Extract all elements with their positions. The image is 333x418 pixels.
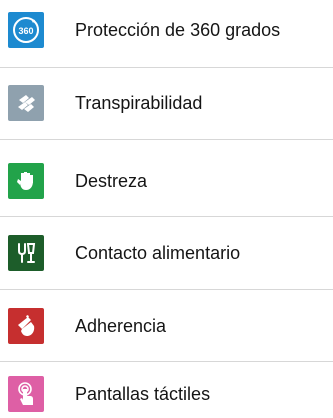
feature-row-grip: Adherencia [0, 308, 333, 344]
feature-row-food-contact: Contacto alimentario [0, 235, 333, 271]
feature-icon-tile [8, 308, 44, 344]
breathability-icon [12, 89, 40, 117]
feature-icon-tile [8, 85, 44, 121]
feature-row-touchscreen: Pantallas táctiles [0, 376, 333, 412]
feature-list: 360 Protección de 360 grados Transpirabi… [0, 0, 333, 418]
feature-label: Protección de 360 grados [75, 20, 281, 40]
feature-label: Transpirabilidad [75, 93, 203, 113]
divider [0, 361, 333, 362]
feature-label: Contacto alimentario [75, 243, 241, 263]
touchscreen-icon [12, 380, 40, 408]
feature-label: Destreza [75, 171, 148, 191]
360-protection-icon: 360 [12, 16, 40, 44]
dexterity-hand-icon [12, 167, 40, 195]
svg-text:360: 360 [18, 26, 33, 36]
divider [0, 289, 333, 290]
feature-icon-tile: 360 [8, 12, 44, 48]
feature-icon-tile [8, 376, 44, 412]
food-contact-icon [12, 239, 40, 267]
divider [0, 139, 333, 140]
feature-icon-tile [8, 163, 44, 199]
divider [0, 67, 333, 68]
grip-hand-icon [12, 312, 40, 340]
feature-label: Pantallas táctiles [75, 384, 211, 404]
feature-label: Adherencia [75, 316, 167, 336]
feature-row-breathability: Transpirabilidad [0, 85, 333, 121]
feature-icon-tile [8, 235, 44, 271]
feature-row-360-protection: 360 Protección de 360 grados [0, 12, 333, 48]
feature-row-dexterity: Destreza [0, 163, 333, 199]
divider [0, 216, 333, 217]
